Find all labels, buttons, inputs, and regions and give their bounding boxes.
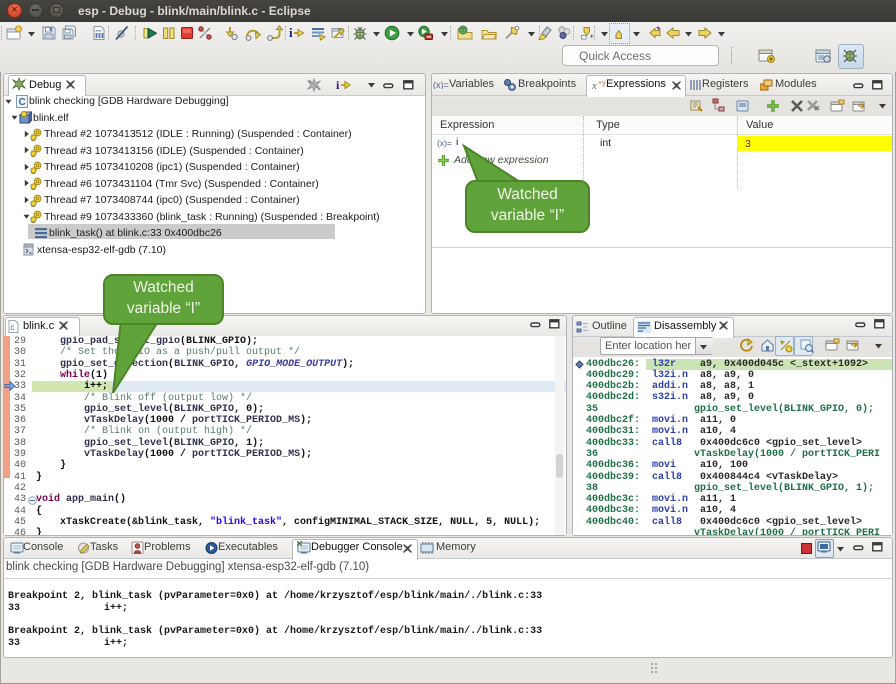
svg-text:i: i (336, 78, 340, 92)
svg-text:c: c (11, 323, 15, 332)
svg-text:x: x (592, 80, 597, 91)
svg-text:C: C (19, 97, 26, 108)
svg-text:+y: +y (598, 80, 606, 87)
svg-text:(x)=: (x)= (437, 138, 452, 148)
svg-text:i: i (289, 25, 293, 40)
svg-text:(x)=: (x)= (433, 80, 449, 89)
